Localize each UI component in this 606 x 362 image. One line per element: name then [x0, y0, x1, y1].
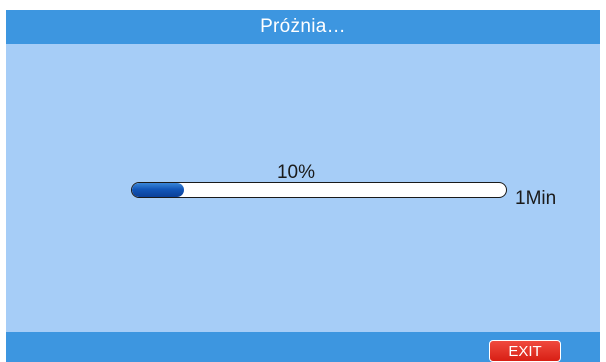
content-area: 10% 1Min	[6, 44, 600, 332]
exit-button[interactable]: EXIT	[489, 340, 561, 362]
page-title: Próżnia…	[260, 16, 346, 37]
title-bar: Próżnia…	[6, 10, 600, 44]
vacuum-screen: Próżnia… 10% 1Min EXIT	[6, 10, 600, 362]
time-remaining-label: 1Min	[515, 188, 557, 209]
progress-bar-fill	[132, 183, 185, 197]
bottom-bar: EXIT	[6, 332, 600, 362]
progress-bar	[131, 182, 507, 198]
progress-percent-label: 10%	[276, 162, 316, 183]
